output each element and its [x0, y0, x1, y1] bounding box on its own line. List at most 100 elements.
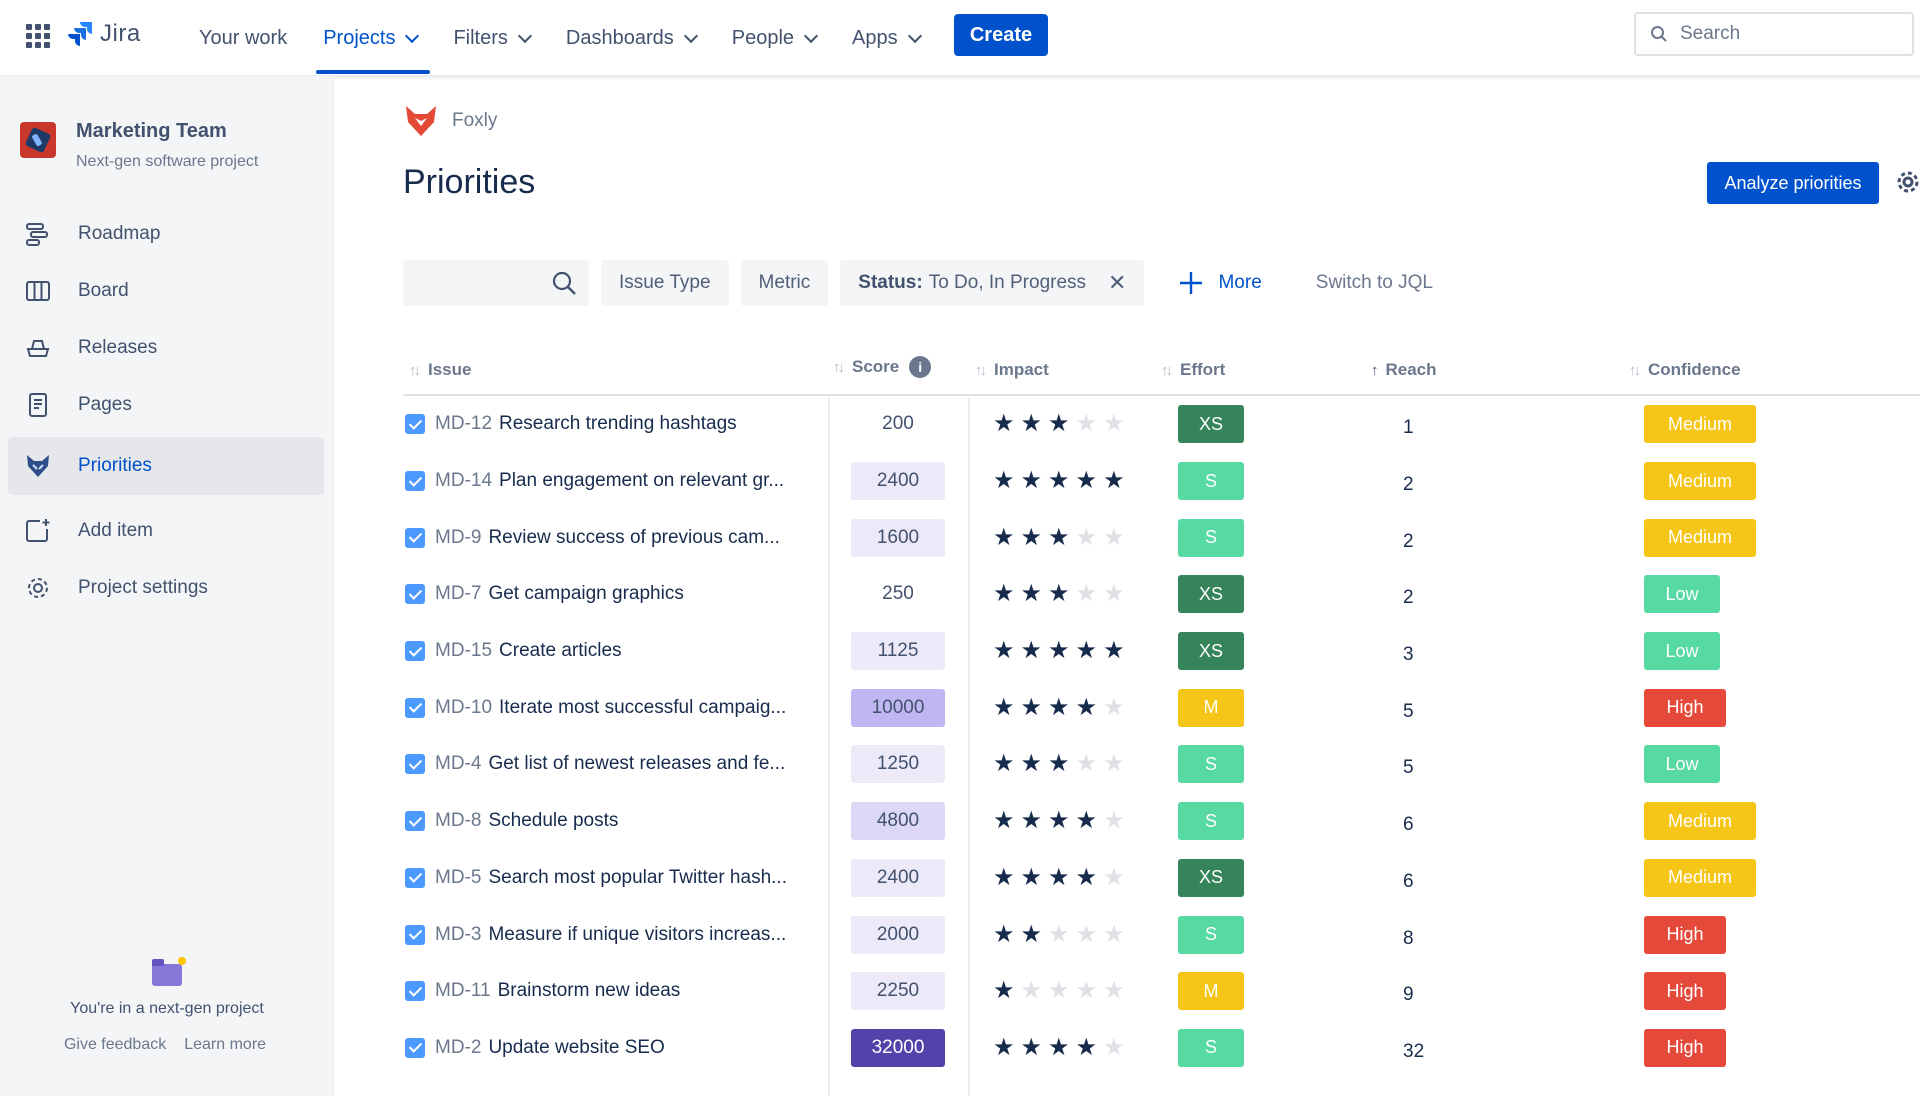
star-empty-icon[interactable]: ★	[1076, 752, 1098, 776]
effort-badge[interactable]: XS	[1178, 858, 1244, 897]
star-empty-icon[interactable]: ★	[1103, 752, 1125, 776]
star-empty-icon[interactable]: ★	[1021, 979, 1043, 1003]
column-header-effort[interactable]: ↑↓ Effort	[1161, 360, 1225, 380]
reach-cell[interactable]: 8	[1403, 910, 1414, 967]
effort-cell[interactable]: M	[1178, 963, 1244, 1020]
issue-cell[interactable]: MD-7 Get campaign graphics	[405, 566, 684, 623]
effort-cell[interactable]: S	[1178, 736, 1244, 793]
impact-rating[interactable]: ★ ★ ★ ★ ★	[993, 1020, 1125, 1077]
issue-key[interactable]: MD-8	[435, 810, 481, 832]
star-empty-icon[interactable]: ★	[1048, 979, 1070, 1003]
effort-cell[interactable]: S	[1178, 453, 1244, 510]
issue-key[interactable]: MD-15	[435, 640, 492, 662]
confidence-cell[interactable]: High	[1644, 963, 1726, 1020]
confidence-cell[interactable]: Medium	[1644, 793, 1756, 850]
star-filled-icon[interactable]: ★	[1021, 639, 1043, 663]
confidence-cell[interactable]: Medium	[1644, 850, 1756, 907]
star-filled-icon[interactable]: ★	[993, 752, 1015, 776]
star-filled-icon[interactable]: ★	[993, 695, 1015, 720]
sidebar-item-releases[interactable]: Releases	[8, 320, 324, 376]
table-row[interactable]: MD-11 Brainstorm new ideas 2250 ★ ★ ★ ★ ★ M …	[403, 963, 1920, 1020]
star-filled-icon[interactable]: ★	[1021, 469, 1043, 493]
issue-key[interactable]: MD-10	[435, 697, 492, 719]
confidence-cell[interactable]: High	[1644, 679, 1726, 736]
column-header-reach[interactable]: ↑ Reach	[1371, 360, 1437, 380]
impact-rating[interactable]: ★ ★ ★ ★ ★	[993, 566, 1125, 623]
confidence-badge[interactable]: Medium	[1644, 405, 1756, 444]
star-empty-icon[interactable]: ★	[1103, 979, 1125, 1003]
issue-summary[interactable]: Measure if unique visitors increas...	[488, 924, 786, 946]
star-empty-icon[interactable]: ★	[1103, 412, 1125, 436]
star-filled-icon[interactable]: ★	[993, 979, 1015, 1003]
status-filter[interactable]: Status: To Do, In Progress ✕	[840, 260, 1145, 306]
issue-summary[interactable]: Update website SEO	[488, 1037, 664, 1059]
nav-filters[interactable]: Filters	[440, 0, 542, 76]
star-filled-icon[interactable]: ★	[993, 525, 1015, 550]
confidence-badge[interactable]: High	[1644, 972, 1726, 1011]
impact-rating[interactable]: ★ ★ ★ ★ ★	[993, 850, 1125, 907]
close-icon[interactable]: ✕	[1108, 270, 1126, 296]
effort-badge[interactable]: S	[1178, 518, 1244, 557]
issue-summary[interactable]: Get list of newest releases and fe...	[488, 753, 785, 775]
project-header[interactable]: Marketing Team Next-gen software project	[20, 120, 258, 171]
star-filled-icon[interactable]: ★	[1076, 695, 1098, 720]
reach-cell[interactable]: 2	[1403, 513, 1414, 570]
effort-cell[interactable]: M	[1178, 679, 1244, 736]
issue-key[interactable]: MD-9	[435, 527, 481, 549]
switch-to-jql-link[interactable]: Switch to JQL	[1316, 272, 1433, 294]
effort-badge[interactable]: S	[1178, 1028, 1244, 1067]
sidebar-item-project-settings[interactable]: Project settings	[8, 560, 324, 616]
impact-rating[interactable]: ★ ★ ★ ★ ★	[993, 793, 1125, 850]
confidence-badge[interactable]: Medium	[1644, 462, 1756, 501]
star-filled-icon[interactable]: ★	[993, 582, 1015, 606]
create-button[interactable]: Create	[954, 14, 1048, 56]
confidence-badge[interactable]: Low	[1644, 745, 1720, 784]
table-row[interactable]: MD-12 Research trending hashtags 200 ★ ★ ★…	[403, 396, 1920, 453]
effort-cell[interactable]: S	[1178, 906, 1244, 963]
column-header-score[interactable]: ↑↓ Score i	[833, 356, 932, 378]
sidebar-item-board[interactable]: Board	[8, 263, 324, 319]
star-filled-icon[interactable]: ★	[1048, 1035, 1070, 1060]
star-filled-icon[interactable]: ★	[1076, 1035, 1098, 1060]
issue-summary[interactable]: Schedule posts	[488, 810, 618, 832]
star-filled-icon[interactable]: ★	[993, 639, 1015, 663]
table-row[interactable]: MD-9 Review success of previous cam... 1…	[403, 509, 1920, 566]
confidence-cell[interactable]: High	[1644, 906, 1726, 963]
star-filled-icon[interactable]: ★	[1048, 639, 1070, 663]
star-empty-icon[interactable]: ★	[1103, 922, 1125, 947]
star-empty-icon[interactable]: ★	[1076, 412, 1098, 436]
star-filled-icon[interactable]: ★	[1048, 865, 1070, 890]
effort-cell[interactable]: S	[1178, 1020, 1244, 1077]
confidence-cell[interactable]: High	[1644, 1020, 1726, 1077]
effort-badge[interactable]: M	[1178, 972, 1244, 1011]
jira-logo[interactable]: Jira	[68, 20, 141, 48]
issue-summary[interactable]: Brainstorm new ideas	[498, 980, 681, 1002]
effort-badge[interactable]: S	[1178, 802, 1244, 841]
table-row[interactable]: MD-5 Search most popular Twitter hash...…	[403, 850, 1920, 907]
table-row[interactable]: MD-4 Get list of newest releases and fe.…	[403, 736, 1920, 793]
star-filled-icon[interactable]: ★	[1048, 525, 1070, 550]
reach-cell[interactable]: 32	[1403, 1024, 1424, 1081]
column-header-impact[interactable]: ↑↓ Impact	[975, 360, 1049, 380]
star-filled-icon[interactable]: ★	[1048, 412, 1070, 436]
star-filled-icon[interactable]: ★	[993, 469, 1015, 493]
reach-cell[interactable]: 3	[1403, 627, 1414, 684]
breadcrumb-project[interactable]: Foxly	[452, 110, 497, 132]
effort-cell[interactable]: XS	[1178, 850, 1244, 907]
sidebar-item-pages[interactable]: Pages	[8, 377, 324, 433]
impact-rating[interactable]: ★ ★ ★ ★ ★	[993, 623, 1125, 680]
reach-cell[interactable]: 5	[1403, 740, 1414, 797]
star-filled-icon[interactable]: ★	[993, 922, 1015, 947]
table-row[interactable]: MD-14 Plan engagement on relevant gr... …	[403, 453, 1920, 510]
star-empty-icon[interactable]: ★	[1048, 922, 1070, 947]
star-filled-icon[interactable]: ★	[993, 865, 1015, 890]
confidence-cell[interactable]: Medium	[1644, 509, 1756, 566]
star-filled-icon[interactable]: ★	[1021, 1035, 1043, 1060]
metric-filter[interactable]: Metric	[740, 260, 829, 306]
issue-cell[interactable]: MD-9 Review success of previous cam...	[405, 509, 780, 566]
issue-summary[interactable]: Review success of previous cam...	[488, 527, 779, 549]
column-header-confidence[interactable]: ↑↓ Confidence	[1629, 360, 1741, 380]
star-empty-icon[interactable]: ★	[1103, 1035, 1125, 1060]
issue-cell[interactable]: MD-14 Plan engagement on relevant gr...	[405, 453, 784, 510]
star-filled-icon[interactable]: ★	[1021, 412, 1043, 436]
